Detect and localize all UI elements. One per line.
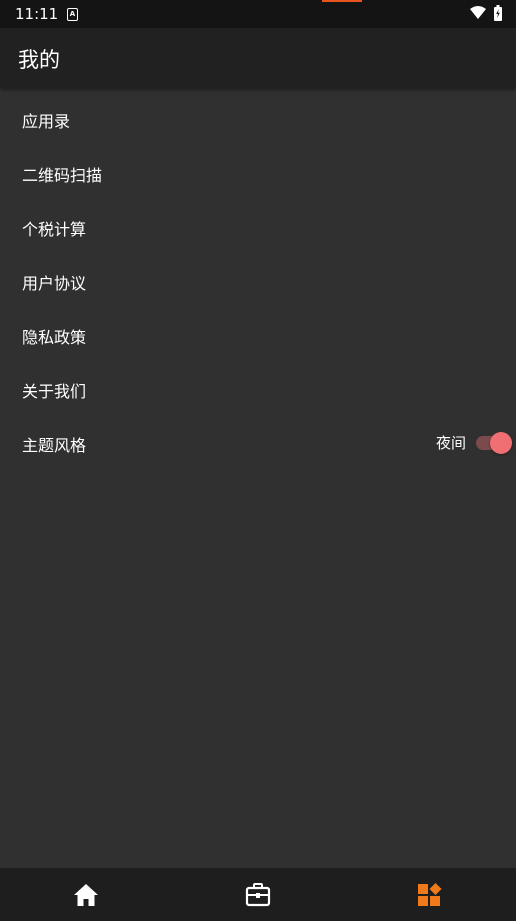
menu-item-label: 关于我们 xyxy=(22,382,87,401)
menu-item-label: 主题风格 xyxy=(22,436,87,455)
nav-item-mine[interactable] xyxy=(344,868,516,921)
menu-item-about-us[interactable]: 关于我们 xyxy=(0,362,516,416)
menu-item-label: 个税计算 xyxy=(22,220,87,239)
nav-item-tools[interactable] xyxy=(172,868,344,921)
theme-value: 夜间 xyxy=(435,434,466,452)
apps-icon xyxy=(418,882,442,906)
home-icon xyxy=(74,883,98,906)
menu-item-qr-scan[interactable]: 二维码扫描 xyxy=(0,146,516,200)
battery-icon xyxy=(494,5,502,21)
menu-item-label: 应用录 xyxy=(22,112,71,131)
app-bar: 我的 xyxy=(0,28,516,88)
toggle-thumb xyxy=(490,432,512,454)
menu-item-privacy-policy[interactable]: 隐私政策 xyxy=(0,308,516,362)
page-title: 我的 xyxy=(18,48,60,72)
menu-item-theme[interactable]: 主题风格 夜间 xyxy=(0,416,516,470)
menu-item-user-agreement[interactable]: 用户协议 xyxy=(0,254,516,308)
wifi-icon xyxy=(470,6,486,19)
menu-item-app-directory[interactable]: 应用录 xyxy=(0,92,516,146)
theme-toggle[interactable] xyxy=(476,431,512,455)
briefcase-icon xyxy=(245,882,271,906)
nav-item-home[interactable] xyxy=(0,868,172,921)
bottom-nav xyxy=(0,868,516,921)
a-box-icon: A xyxy=(67,8,78,21)
status-bar: 11:11 A xyxy=(0,0,516,28)
menu-item-tax-calculator[interactable]: 个税计算 xyxy=(0,200,516,254)
menu-list: 应用录 二维码扫描 个税计算 用户协议 隐私政策 关于我们 主题风格 夜间 xyxy=(0,92,516,470)
screen: 11:11 A 我的 应用录 二维码扫描 个税计算 用户协议 隐私政策 关于我们… xyxy=(0,0,516,921)
menu-item-label: 用户协议 xyxy=(22,274,87,293)
menu-item-label: 二维码扫描 xyxy=(22,166,103,185)
status-indicator xyxy=(322,0,362,2)
status-time: 11:11 xyxy=(15,5,59,23)
menu-item-label: 隐私政策 xyxy=(22,328,87,347)
